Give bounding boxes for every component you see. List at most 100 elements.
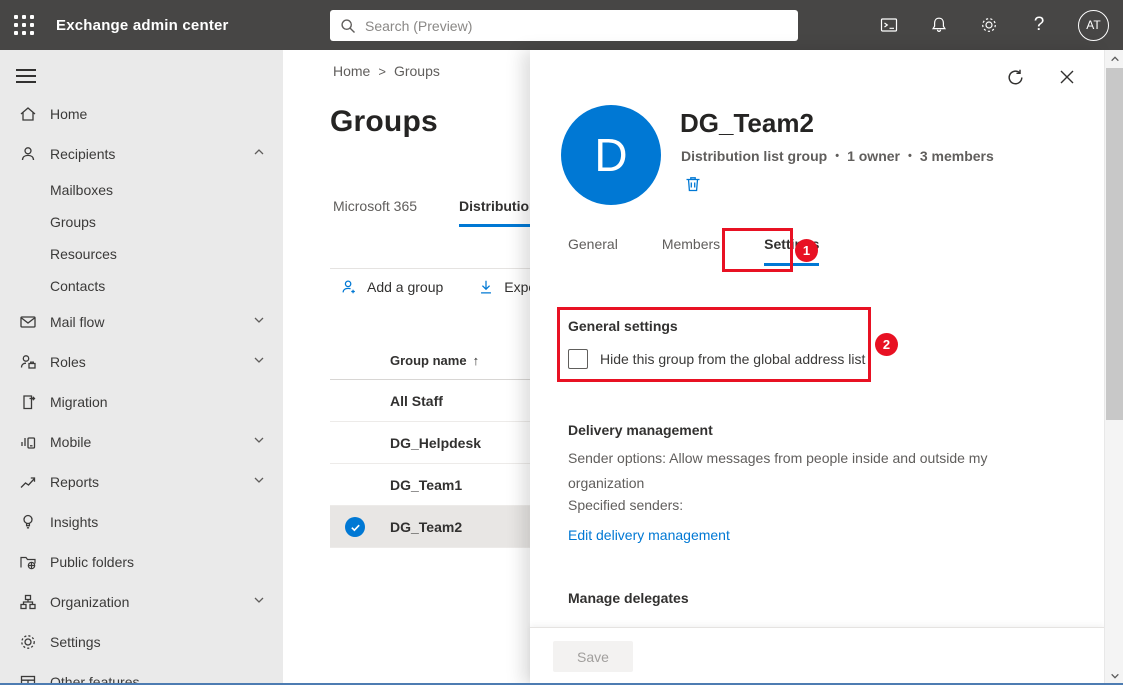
top-bar: Exchange admin center ? AT (0, 0, 1123, 50)
group-title: DG_Team2 (680, 108, 814, 139)
reports-icon (18, 472, 38, 492)
member-count: 3 members (920, 148, 994, 164)
owner-count: 1 owner (847, 148, 900, 164)
bullet-separator: • (835, 150, 839, 162)
sidebar-item-groups[interactable]: Groups (0, 206, 283, 238)
chevron-down-icon (253, 473, 265, 491)
add-group-button[interactable]: Add a group (340, 278, 443, 296)
lightbulb-icon (18, 512, 38, 532)
person-icon (18, 144, 38, 164)
tab-general[interactable]: General (568, 236, 618, 266)
group-subtitle: Distribution list group • 1 owner • 3 me… (681, 148, 994, 164)
hide-from-gal-checkbox[interactable] (568, 349, 588, 369)
tab-microsoft-365[interactable]: Microsoft 365 (333, 198, 417, 227)
chevron-down-icon (253, 353, 265, 371)
general-settings-heading: General settings (568, 318, 678, 334)
sidebar-item-label: Mailboxes (50, 182, 113, 198)
hide-from-gal-label: Hide this group from the global address … (600, 351, 865, 367)
sidebar-item-resources[interactable]: Resources (0, 238, 283, 270)
chevron-down-icon (253, 433, 265, 451)
sort-ascending-icon: ↑ (473, 353, 480, 368)
save-button[interactable]: Save (553, 641, 633, 672)
migration-icon (18, 392, 38, 412)
search-icon (340, 18, 356, 34)
waffle-icon (14, 15, 34, 35)
sidebar-item-label: Mobile (50, 434, 91, 450)
sidebar-item-mobile[interactable]: Mobile (0, 422, 283, 462)
group-type-label: Distribution list group (681, 148, 827, 164)
sidebar-item-insights[interactable]: Insights (0, 502, 283, 542)
search-box[interactable] (330, 10, 798, 41)
breadcrumb-groups[interactable]: Groups (394, 63, 440, 79)
sidebar-item-label: Reports (50, 474, 99, 490)
specified-senders-text: Specified senders: (568, 497, 683, 513)
bullet-separator: • (908, 150, 912, 162)
edit-delivery-management-link[interactable]: Edit delivery management (568, 527, 730, 543)
sidebar-item-label: Home (50, 106, 87, 122)
sidebar-item-mail-flow[interactable]: Mail flow (0, 302, 283, 342)
sender-options-text: Sender options: Allow messages from peop… (568, 446, 998, 496)
group-details-panel: D DG_Team2 Distribution list group • 1 o… (530, 50, 1104, 685)
list-toolbar: Add a group Export (340, 278, 545, 296)
scrollbar-thumb[interactable] (1106, 68, 1123, 420)
panel-tabs: General Members Settings (568, 236, 819, 266)
sidebar-item-label: Contacts (50, 278, 105, 294)
mail-icon (18, 312, 38, 332)
group-name-cell: All Staff (390, 393, 443, 409)
group-name-cell: DG_Team2 (390, 519, 462, 535)
mobile-icon (18, 432, 38, 452)
app-title: Exchange admin center (56, 17, 229, 34)
group-name-cell: DG_Team1 (390, 477, 462, 493)
sidebar-item-public-folders[interactable]: Public folders (0, 542, 283, 582)
breadcrumb-home[interactable]: Home (333, 63, 370, 79)
sidebar-item-label: Mail flow (50, 314, 104, 330)
download-icon (477, 278, 495, 296)
sidebar-item-contacts[interactable]: Contacts (0, 270, 283, 302)
sidebar-item-home[interactable]: Home (0, 94, 283, 134)
sidebar-item-roles[interactable]: Roles (0, 342, 283, 382)
sidebar-item-mailboxes[interactable]: Mailboxes (0, 174, 283, 206)
sidebar-item-label: Organization (50, 594, 129, 610)
sidebar-item-other-features[interactable]: Other features (0, 662, 283, 685)
sidebar-item-reports[interactable]: Reports (0, 462, 283, 502)
annotation-badge-2: 2 (875, 333, 898, 356)
panel-footer: Save (530, 627, 1104, 685)
sidebar-item-label: Settings (50, 634, 101, 650)
gear-icon (18, 632, 38, 652)
sidebar-item-label: Resources (50, 246, 117, 262)
left-nav: Home Recipients Mailboxes Groups Resourc… (0, 50, 283, 685)
tab-members[interactable]: Members (662, 236, 720, 266)
vertical-scrollbar[interactable] (1104, 50, 1123, 685)
home-icon (18, 104, 38, 124)
delete-group-icon[interactable] (683, 174, 703, 194)
help-icon[interactable]: ? (1028, 14, 1050, 36)
roles-icon (18, 352, 38, 372)
refresh-icon[interactable] (1004, 66, 1026, 88)
account-avatar[interactable]: AT (1078, 10, 1109, 41)
sidebar-item-label: Roles (50, 354, 86, 370)
tab-settings[interactable]: Settings (764, 236, 819, 266)
sidebar-item-migration[interactable]: Migration (0, 382, 283, 422)
app-launcher-button[interactable] (0, 0, 48, 50)
terminal-icon[interactable] (878, 14, 900, 36)
selected-check-icon[interactable] (345, 517, 365, 537)
sidebar-item-settings[interactable]: Settings (0, 622, 283, 662)
org-chart-icon (18, 592, 38, 612)
gear-icon[interactable] (978, 14, 1000, 36)
sidebar-item-label: Groups (50, 214, 96, 230)
bell-icon[interactable] (928, 14, 950, 36)
sidebar-item-label: Recipients (50, 146, 115, 162)
sidebar-item-recipients[interactable]: Recipients (0, 134, 283, 174)
hamburger-icon[interactable] (16, 64, 44, 88)
sidebar-item-label: Migration (50, 394, 108, 410)
scroll-up-icon[interactable] (1105, 50, 1123, 68)
search-input[interactable] (365, 18, 788, 34)
group-avatar: D (561, 105, 661, 205)
sidebar-item-organization[interactable]: Organization (0, 582, 283, 622)
chevron-down-icon (253, 313, 265, 331)
close-icon[interactable] (1056, 66, 1078, 88)
folder-globe-icon (18, 552, 38, 572)
add-group-label: Add a group (367, 279, 443, 295)
column-header-group-name[interactable]: Group name (390, 353, 467, 368)
page-title: Groups (330, 105, 438, 139)
